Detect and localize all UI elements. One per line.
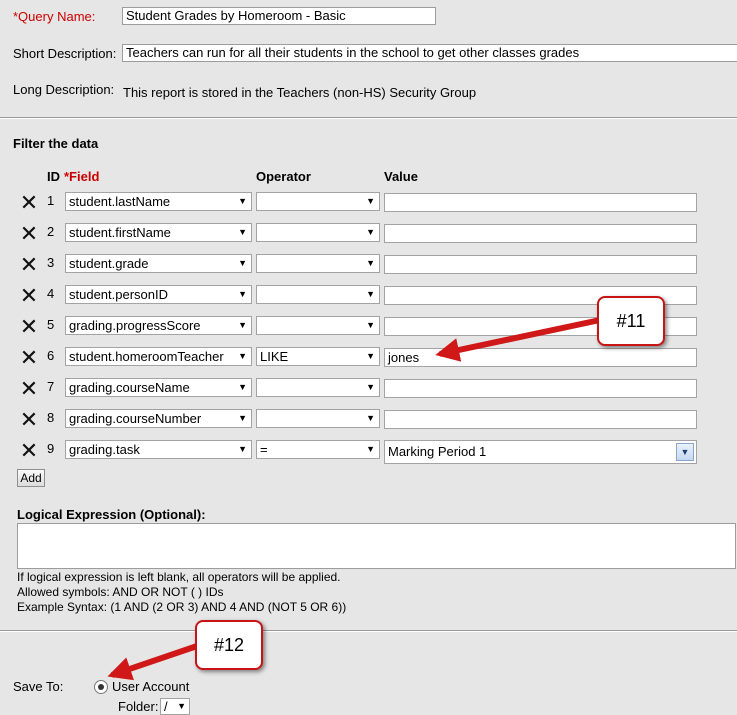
callout-11: #11	[597, 296, 665, 346]
annotation-arrows	[107, 317, 601, 681]
arrow-12-icon	[107, 642, 201, 681]
arrow-11-icon	[435, 317, 601, 362]
callout-12: #12	[195, 620, 263, 670]
